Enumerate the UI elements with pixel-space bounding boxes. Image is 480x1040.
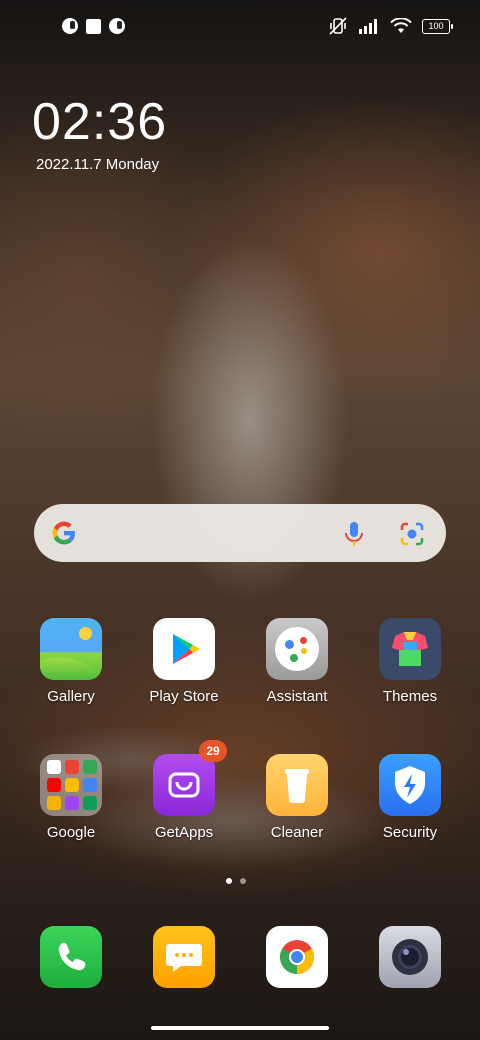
google-search-bar[interactable] bbox=[34, 504, 446, 562]
page-dot-active bbox=[226, 878, 232, 884]
app-label: Assistant bbox=[266, 688, 328, 705]
signal-icon bbox=[359, 19, 377, 34]
vibrate-off-icon bbox=[329, 17, 347, 35]
app-label: Gallery bbox=[47, 688, 95, 705]
google-g-icon bbox=[52, 521, 75, 545]
notification-square-icon bbox=[86, 18, 101, 34]
dock-messages[interactable] bbox=[129, 926, 239, 988]
app-getapps[interactable]: 29 GetApps bbox=[129, 740, 239, 841]
themes-icon bbox=[379, 618, 441, 680]
app-security[interactable]: Security bbox=[355, 754, 465, 841]
dock-chrome[interactable] bbox=[242, 926, 352, 988]
mic-icon[interactable] bbox=[342, 520, 366, 548]
getapps-icon: 29 bbox=[153, 740, 227, 816]
notification-app-icon bbox=[109, 18, 125, 34]
status-system-icons: 100 bbox=[328, 16, 453, 36]
wallpaper-road bbox=[0, 700, 480, 1040]
clock-time[interactable]: 02:36 bbox=[32, 92, 167, 152]
app-assistant[interactable]: Assistant bbox=[242, 618, 352, 705]
play-store-icon bbox=[153, 618, 215, 680]
cleaner-icon bbox=[266, 754, 328, 816]
security-icon bbox=[379, 754, 441, 816]
dock-camera[interactable] bbox=[355, 926, 465, 988]
wifi-icon bbox=[390, 18, 412, 33]
chrome-icon bbox=[266, 926, 328, 988]
page-dot bbox=[240, 878, 246, 884]
gallery-icon bbox=[40, 618, 102, 680]
page-indicator bbox=[226, 878, 246, 884]
messages-icon bbox=[153, 926, 215, 988]
folder-google[interactable]: Google bbox=[16, 754, 126, 841]
battery-indicator: 100 bbox=[422, 18, 453, 34]
notification-badge: 29 bbox=[199, 740, 227, 762]
status-bar: 100 bbox=[0, 0, 480, 56]
app-label: Google bbox=[46, 824, 96, 841]
home-indicator[interactable] bbox=[151, 1026, 329, 1030]
app-cleaner[interactable]: Cleaner bbox=[242, 754, 352, 841]
google-folder-icon bbox=[40, 754, 102, 816]
clock-date[interactable]: 2022.11.7 Monday bbox=[36, 156, 159, 173]
dock-phone[interactable] bbox=[16, 926, 126, 988]
status-notifications bbox=[62, 18, 125, 34]
app-label: GetApps bbox=[154, 824, 214, 841]
lens-icon[interactable] bbox=[398, 520, 426, 548]
app-themes[interactable]: Themes bbox=[355, 618, 465, 705]
phone-icon bbox=[40, 926, 102, 988]
assistant-icon bbox=[266, 618, 328, 680]
app-label: Security bbox=[382, 824, 438, 841]
app-label: Cleaner bbox=[270, 824, 324, 841]
app-label: Play Store bbox=[149, 688, 219, 705]
app-label: Themes bbox=[382, 688, 438, 705]
app-play-store[interactable]: Play Store bbox=[129, 618, 239, 705]
app-gallery[interactable]: Gallery bbox=[16, 618, 126, 705]
camera-icon bbox=[379, 926, 441, 988]
notification-app-icon bbox=[62, 18, 78, 34]
